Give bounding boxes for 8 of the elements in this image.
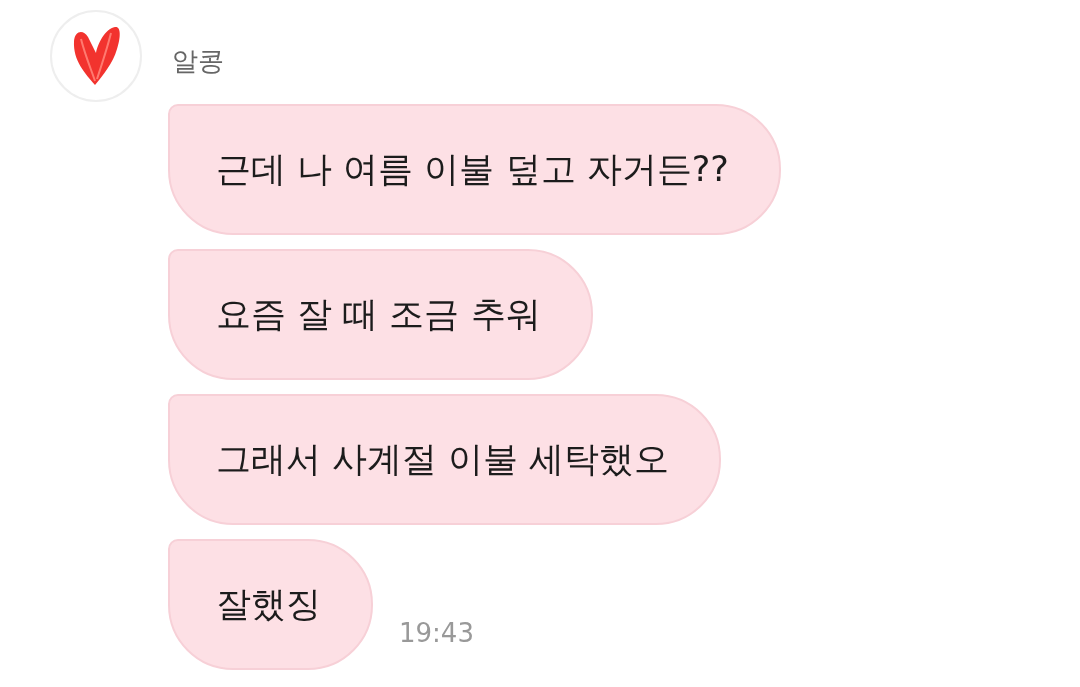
heart-icon (71, 25, 121, 87)
sender-name: 알콩 (172, 45, 224, 78)
message-bubble: 요즘 잘 때 조금 추워 (168, 249, 593, 380)
message-bubble: 잘했징 (168, 539, 373, 670)
avatar[interactable] (50, 10, 142, 102)
message-bubble: 근데 나 여름 이불 덮고 자거든?? (168, 104, 781, 235)
message-bubble: 그래서 사계절 이불 세탁했오 (168, 394, 722, 525)
timestamp: 19:43 (399, 618, 474, 648)
